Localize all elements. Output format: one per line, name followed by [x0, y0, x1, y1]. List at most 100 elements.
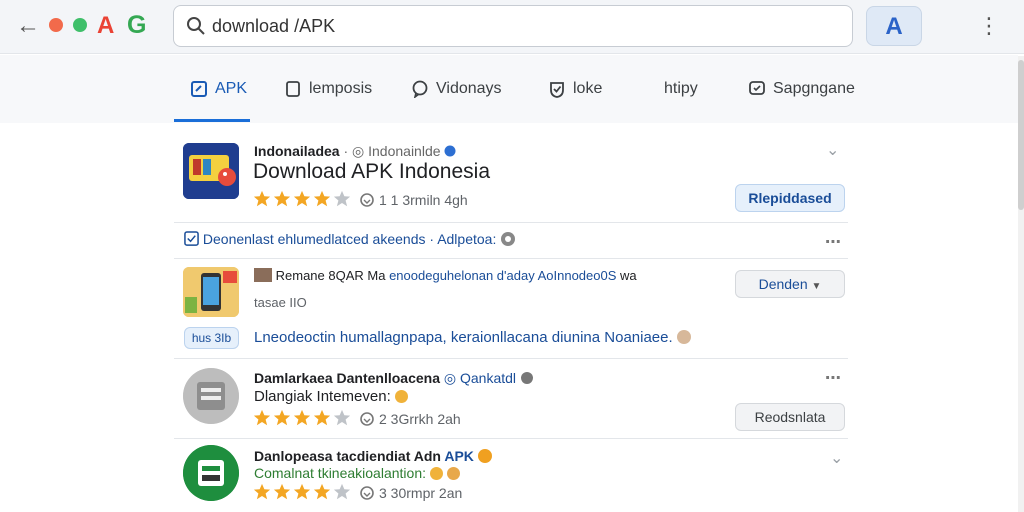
chevron-down-icon[interactable]: ⌄ — [826, 140, 839, 160]
tab-vidonays[interactable]: Vidonays — [411, 75, 502, 103]
result-title[interactable]: Download APK Indonesia — [253, 160, 490, 184]
phone-promo-icon — [183, 267, 239, 317]
result-subtitle: Comalnat tkineakioalantion: — [254, 465, 460, 481]
apk-game-icon — [183, 143, 239, 199]
star-filled-icon — [293, 409, 311, 426]
logo-a: A — [97, 12, 115, 39]
download-button[interactable]: Rlepiddased — [735, 184, 845, 212]
divider — [174, 358, 848, 359]
badge[interactable]: hus 3Ib — [184, 327, 239, 349]
document-icon — [286, 81, 300, 97]
tab-label: loke — [573, 80, 603, 97]
star-filled-icon — [293, 190, 311, 207]
snippet-text: Lneodeoctin humallagnpapa, keraionllacan… — [254, 329, 673, 346]
result-snippet[interactable]: Lneodeoctin humallagnpapa, keraionllacan… — [254, 329, 691, 346]
download-count-icon — [360, 412, 374, 426]
red-dot-icon — [49, 18, 63, 32]
source-meta: · ◎ Indonainlde — [343, 143, 441, 159]
star-rating — [253, 483, 351, 501]
result-subtitle: Dlangiak Intemeven: — [254, 388, 408, 405]
scrollbar-thumb[interactable] — [1018, 60, 1024, 210]
message-icon — [749, 81, 765, 95]
result-prefix: Remane 8QAR Ma — [275, 268, 386, 283]
star-rating — [253, 409, 351, 427]
star-filled-icon — [273, 483, 291, 500]
tab-label: Vidonays — [436, 80, 502, 97]
star-empty-icon — [333, 409, 351, 426]
tab-label: htipy — [664, 80, 698, 97]
logo-g: G — [127, 11, 147, 39]
tab-sapgngane[interactable]: Sapgngane — [748, 75, 855, 103]
tab-apk[interactable]: APK — [190, 75, 247, 103]
divider — [174, 258, 848, 259]
related-suffix: Adlpetoa: — [437, 231, 497, 247]
result-source[interactable]: Indonailadea · ◎ Indonainlde — [254, 143, 456, 160]
star-filled-icon — [273, 409, 291, 426]
rating-meta-text: 2 3Grrkh 2ah — [379, 411, 461, 427]
rating-meta: 1 1 3rmiln 4gh — [360, 192, 468, 208]
app-thumbnail[interactable] — [183, 267, 239, 317]
denden-dropdown[interactable]: Denden ▼ — [735, 270, 845, 298]
star-filled-icon — [293, 483, 311, 500]
rating-meta-text: 1 1 3rmiln 4gh — [379, 192, 468, 208]
checkbox-icon — [184, 231, 199, 246]
gray-app-icon — [183, 368, 239, 424]
star-filled-icon — [313, 483, 331, 500]
app-icon[interactable] — [183, 143, 239, 199]
settings-circle-icon — [501, 232, 516, 246]
result-line[interactable]: Remane 8QAR Ma enoodeguhelonan d'aday Ao… — [254, 268, 637, 283]
back-arrow-icon[interactable]: ← — [14, 12, 42, 40]
star-filled-icon — [253, 190, 271, 207]
source-meta: ◎ Qankatdl — [443, 370, 517, 386]
related-searches-row[interactable]: Deonenlast ehlumedlatced akeends · Adlpe… — [184, 231, 516, 247]
subtitle-text: Dlangiak Intemeven: — [254, 388, 391, 405]
tab-lemposis[interactable]: lemposis — [284, 75, 372, 103]
vertical-dots-icon[interactable]: ⋮ — [978, 12, 1000, 40]
star-empty-icon — [333, 190, 351, 207]
chat-bubble-icon — [412, 80, 428, 98]
rating-meta-text: 3 30rmpr 2an — [379, 485, 463, 501]
result-source[interactable]: Damlarkaea Dantenlloacena ◎ Qankatdl — [254, 370, 534, 387]
tab-loke[interactable]: loke — [548, 75, 602, 103]
download-count-icon — [360, 486, 374, 500]
result-meta: tasae IIO — [254, 295, 307, 310]
search-icon — [187, 17, 205, 35]
tab-htipy[interactable]: htipy — [664, 75, 698, 103]
shield-check-icon — [550, 82, 564, 98]
search-box[interactable] — [173, 5, 853, 47]
star-filled-icon — [253, 409, 271, 426]
thumbnail-icon — [254, 268, 272, 282]
rating-meta: 3 30rmpr 2an — [360, 485, 462, 501]
edit-square-icon — [191, 81, 207, 97]
tab-label: APK — [215, 80, 248, 97]
verified-badge-icon — [444, 145, 456, 157]
more-options-icon[interactable]: ⋯ — [825, 368, 842, 388]
search-tabs: APK lemposis Vidonays loke htipy Sapgnga… — [0, 55, 1018, 123]
related-text: ehlumedlatced akeends — [277, 231, 426, 247]
divider — [174, 222, 848, 223]
search-input[interactable] — [212, 12, 832, 40]
source-name: Danlopeasa tacdiendiat Adn — [254, 448, 441, 464]
star-empty-icon — [333, 483, 351, 500]
emoji-icon — [477, 449, 492, 463]
star-filled-icon — [253, 483, 271, 500]
result-source[interactable]: Danlopeasa tacdiendiat Adn APK — [254, 448, 492, 464]
source-name: Indonailadea — [254, 143, 340, 159]
tab-label: lemposis — [309, 80, 373, 97]
app-icon[interactable] — [183, 445, 239, 501]
result-suffix: wa — [620, 268, 637, 283]
subtitle-text: Comalnat tkineakioalantion: — [254, 465, 426, 481]
chevron-down-icon[interactable]: ⌄ — [830, 448, 843, 468]
caret-down-icon: ▼ — [811, 281, 822, 292]
download-count-icon — [360, 193, 374, 207]
secondary-button[interactable]: Reodsnlata — [735, 403, 845, 431]
related-label: Deonenlast — [202, 231, 274, 247]
green-dot-icon — [73, 18, 87, 32]
assistant-button[interactable]: A — [866, 6, 922, 46]
tab-label: Sapgngane — [773, 80, 855, 97]
more-options-icon[interactable]: ⋯ — [825, 232, 842, 252]
app-icon[interactable] — [183, 368, 239, 424]
globe-icon — [520, 372, 533, 384]
star-filled-icon — [313, 190, 331, 207]
emoji-icon — [394, 390, 408, 403]
